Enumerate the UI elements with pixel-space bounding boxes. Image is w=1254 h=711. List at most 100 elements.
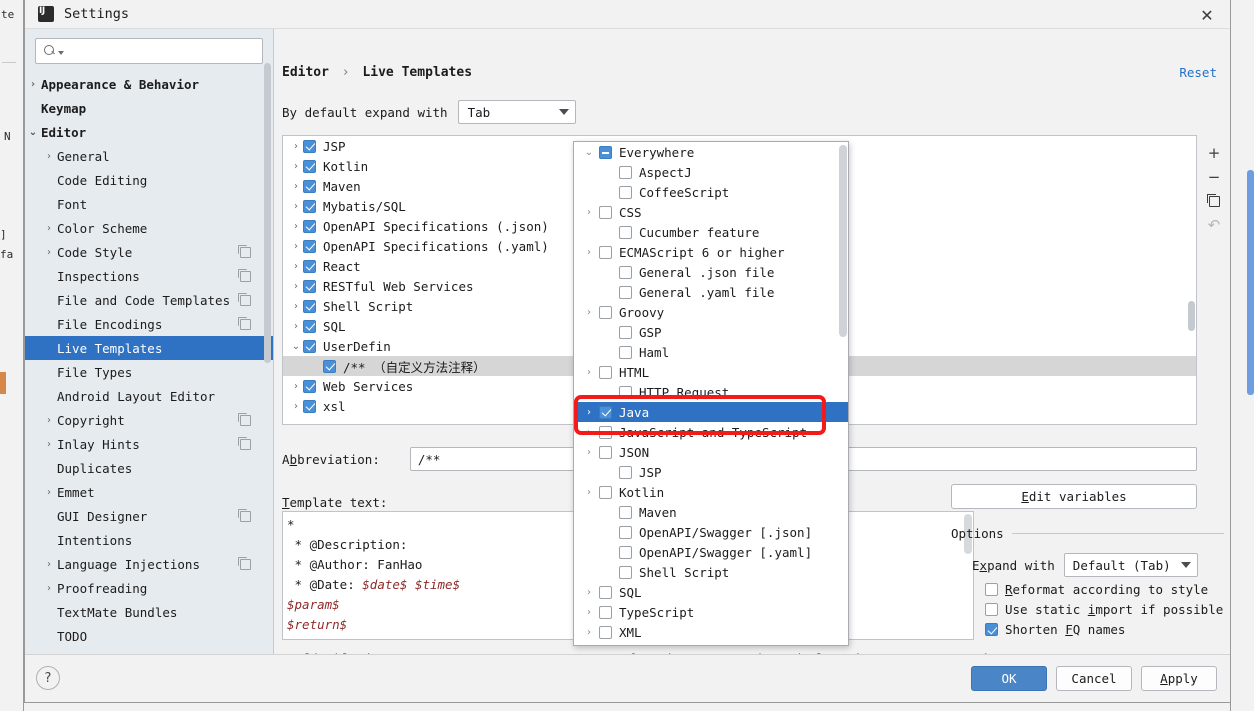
checkbox[interactable] <box>619 325 632 339</box>
chevron-right-icon[interactable]: › <box>579 627 599 638</box>
sidebar-scrollbar[interactable] <box>264 63 271 363</box>
checkbox[interactable] <box>619 345 632 359</box>
checkbox[interactable] <box>599 305 612 319</box>
chevron-right-icon[interactable]: › <box>579 207 599 218</box>
chevron-right-icon[interactable]: › <box>25 79 41 90</box>
sidebar-item-color-scheme[interactable]: › Color Scheme <box>25 216 273 240</box>
checkbox[interactable] <box>303 279 316 293</box>
sidebar-item-file-types[interactable]: File Types <box>25 360 273 384</box>
checkbox[interactable] <box>619 465 632 479</box>
ok-button[interactable]: OK <box>971 666 1047 691</box>
checkbox[interactable] <box>599 625 612 639</box>
sidebar-item-gui-designer[interactable]: GUI Designer <box>25 504 273 528</box>
chevron-right-icon[interactable]: › <box>579 487 599 498</box>
chevron-right-icon[interactable]: › <box>289 241 303 252</box>
popup-context-row[interactable]: › ECMAScript 6 or higher <box>574 242 848 262</box>
checkbox[interactable] <box>985 583 998 596</box>
checkbox[interactable] <box>619 385 632 399</box>
minus-icon[interactable]: − <box>1202 165 1226 189</box>
sidebar-item-code-editing[interactable]: Code Editing <box>25 168 273 192</box>
popup-context-row[interactable]: › TypeScript <box>574 602 848 622</box>
checkbox[interactable] <box>323 359 336 373</box>
checkbox[interactable] <box>619 525 632 539</box>
checkbox[interactable] <box>599 425 612 439</box>
sidebar-item-file-encodings[interactable]: File Encodings <box>25 312 273 336</box>
checkbox[interactable] <box>599 605 612 619</box>
checkbox[interactable] <box>303 339 316 353</box>
sidebar-item-file-and-code-templates[interactable]: File and Code Templates <box>25 288 273 312</box>
popup-context-row[interactable]: Maven <box>574 502 848 522</box>
chevron-right-icon[interactable]: › <box>289 181 303 192</box>
checkbox[interactable] <box>599 485 612 499</box>
checkbox[interactable] <box>303 299 316 313</box>
popup-context-row[interactable]: › Groovy <box>574 302 848 322</box>
checkbox[interactable] <box>619 225 632 239</box>
popup-context-row[interactable]: General .yaml file <box>574 282 848 302</box>
popup-context-row[interactable]: › XML <box>574 622 848 642</box>
cancel-button[interactable]: Cancel <box>1056 666 1132 691</box>
option-checkbox-row[interactable]: Use static import if possible <box>951 602 1224 617</box>
checkbox[interactable] <box>599 145 612 159</box>
checkbox[interactable] <box>303 139 316 153</box>
popup-context-row[interactable]: OpenAPI/Swagger [.json] <box>574 522 848 542</box>
checkbox[interactable] <box>599 245 612 259</box>
chevron-right-icon[interactable]: › <box>289 301 303 312</box>
copy-icon[interactable] <box>238 292 251 306</box>
checkbox[interactable] <box>985 603 998 616</box>
chevron-right-icon[interactable]: › <box>289 221 303 232</box>
popup-context-row[interactable]: › Kotlin <box>574 482 848 502</box>
popup-context-row[interactable]: › JavaScript and TypeScript <box>574 422 848 442</box>
popup-context-row[interactable]: › Java <box>574 402 848 422</box>
sidebar-item-language-injections[interactable]: › Language Injections <box>25 552 273 576</box>
option-checkbox-row[interactable]: Shorten FQ names <box>951 622 1224 637</box>
copy-icon[interactable] <box>238 316 251 330</box>
popup-context-row[interactable]: › CSS <box>574 202 848 222</box>
sidebar-item-textmate-bundles[interactable]: TextMate Bundles <box>25 600 273 624</box>
chevron-right-icon[interactable]: › <box>41 559 57 570</box>
checkbox[interactable] <box>619 165 632 179</box>
chevron-right-icon[interactable]: › <box>41 223 57 234</box>
chevron-right-icon[interactable]: › <box>41 583 57 594</box>
question-mark-icon[interactable]: ? <box>36 666 60 690</box>
sidebar-item-inspections[interactable]: Inspections <box>25 264 273 288</box>
checkbox[interactable] <box>619 285 632 299</box>
sidebar-item-duplicates[interactable]: Duplicates <box>25 456 273 480</box>
checkbox[interactable] <box>985 623 998 636</box>
background-scrollbar[interactable] <box>1247 170 1254 395</box>
chevron-right-icon[interactable]: › <box>41 151 57 162</box>
chevron-right-icon[interactable]: › <box>579 247 599 258</box>
chevron-down-icon[interactable]: ⌄ <box>25 127 41 138</box>
checkbox[interactable] <box>303 239 316 253</box>
checkbox[interactable] <box>303 259 316 273</box>
sidebar-item-code-style[interactable]: › Code Style <box>25 240 273 264</box>
checkbox[interactable] <box>303 159 316 173</box>
checkbox[interactable] <box>599 365 612 379</box>
chevron-right-icon[interactable]: › <box>289 161 303 172</box>
apply-button[interactable]: Apply <box>1141 666 1217 691</box>
template-list-scrollbar[interactable] <box>1188 301 1195 331</box>
checkbox[interactable] <box>619 185 632 199</box>
popup-context-row[interactable]: › JSON <box>574 442 848 462</box>
sidebar-item-editor[interactable]: ⌄ Editor <box>25 120 273 144</box>
chevron-right-icon[interactable]: › <box>579 587 599 598</box>
breadcrumb-parent[interactable]: Editor <box>282 65 329 80</box>
checkbox[interactable] <box>619 565 632 579</box>
copy-icon[interactable] <box>238 244 251 258</box>
option-checkbox-row[interactable]: Reformat according to style <box>951 582 1224 597</box>
chevron-right-icon[interactable]: › <box>41 487 57 498</box>
sidebar-item-emmet[interactable]: › Emmet <box>25 480 273 504</box>
copy-icon[interactable] <box>238 508 251 522</box>
copy-icon[interactable] <box>238 412 251 426</box>
popup-context-row[interactable]: ⌄ Everywhere <box>574 142 848 162</box>
chevron-right-icon[interactable]: › <box>289 261 303 272</box>
popup-context-row[interactable]: OpenAPI/Swagger [.yaml] <box>574 542 848 562</box>
context-selection-popup[interactable]: ⌄ Everywhere AspectJ CoffeeScript › CSS Cucumb… <box>573 141 849 646</box>
checkbox[interactable] <box>599 445 612 459</box>
sidebar-item-intentions[interactable]: Intentions <box>25 528 273 552</box>
checkbox[interactable] <box>303 399 316 413</box>
undo-icon[interactable]: ↶ <box>1202 213 1226 237</box>
chevron-right-icon[interactable]: › <box>579 307 599 318</box>
chevron-right-icon[interactable]: › <box>289 381 303 392</box>
checkbox[interactable] <box>599 405 612 419</box>
sidebar-item-live-templates[interactable]: Live Templates <box>25 336 273 360</box>
